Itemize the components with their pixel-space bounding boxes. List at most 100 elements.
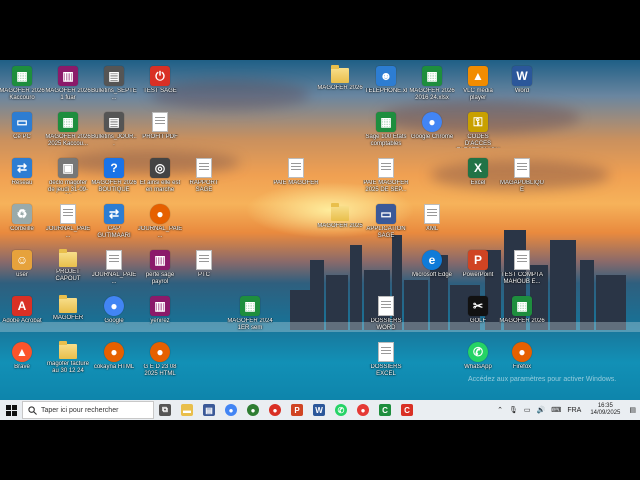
desktop-icon[interactable]: RAPPORT SAGE bbox=[181, 158, 227, 194]
desktop-icon[interactable]: P PowerPoint bbox=[455, 250, 501, 279]
desktop-icon[interactable]: ▦ Sage 100 Etats comptables bbox=[363, 112, 409, 148]
microphone-icon[interactable]: 🎙 bbox=[509, 406, 518, 414]
taskbar-calculator-button[interactable]: ▤ bbox=[198, 400, 220, 420]
taskbar-chrome-profile-2-button[interactable]: ● bbox=[264, 400, 286, 420]
desktop-icon[interactable]: TEST COMPTA MAHOUB E... bbox=[499, 250, 545, 286]
desktop-icon[interactable]: ✆ WhatsApp bbox=[455, 342, 501, 371]
vlc-icon: ▲ bbox=[468, 66, 488, 86]
desktop-icon-label: Bulletins_JOUR... bbox=[91, 134, 137, 147]
taskbar-chrome-profile-3-button[interactable]: ● bbox=[352, 400, 374, 420]
desktop-icon[interactable]: magofer facture au 30 12 24 bbox=[45, 341, 91, 375]
network-icon[interactable]: ▭ bbox=[524, 406, 531, 414]
activation-watermark: Accédez aux paramètres pour activer Wind… bbox=[468, 376, 617, 383]
desktop-icon[interactable]: ▤ Bulletins_JOUR... bbox=[91, 112, 137, 148]
desktop-icon-label: RAPPORT SAGE bbox=[189, 180, 219, 193]
document-icon bbox=[378, 296, 394, 316]
desktop-icon[interactable]: ▤ Bulletins_SEPTE... bbox=[91, 66, 137, 102]
document-icon bbox=[106, 250, 122, 270]
desktop-icon[interactable]: MAGAPUBLIQUE bbox=[499, 158, 545, 194]
people-icon: ☻ bbox=[376, 66, 396, 86]
desktop-icon[interactable]: X Excel bbox=[455, 158, 501, 187]
clock[interactable]: 16:35 14/09/2025 bbox=[590, 403, 620, 417]
desktop-icon[interactable]: ▦ MAGOFER 2026 2025 Kaccou... bbox=[45, 112, 91, 148]
desktop-icon[interactable]: ☻ TELEPHONE.xl bbox=[363, 66, 409, 95]
desktop-icon-label: TELEPHONE.xl bbox=[364, 88, 408, 94]
desktop-icon[interactable]: e Microsoft Edge bbox=[409, 250, 455, 279]
desktop-icon[interactable]: JOURNAL_PAIE... bbox=[91, 250, 137, 286]
desktop-icon[interactable]: ⚿ CODES D'ACCES ELECTRONIQUE bbox=[455, 112, 501, 148]
start-button[interactable] bbox=[0, 400, 22, 420]
chevron-up-icon[interactable]: ⌃ bbox=[497, 406, 503, 414]
desktop-icon[interactable]: MAGOFER 2025 bbox=[317, 203, 363, 230]
desktop-icon[interactable]: ? MAGOFER 2026 BOUTIQUE bbox=[91, 158, 137, 194]
desktop-icon[interactable]: ▭ Ce PC bbox=[0, 112, 45, 141]
rar-icon: ▥ bbox=[58, 66, 78, 86]
desktop-icon[interactable]: ▲ VLC media player bbox=[455, 66, 501, 102]
taskbar-sage-red-button[interactable]: C bbox=[396, 400, 418, 420]
notification-icon[interactable]: ▤ bbox=[629, 406, 636, 414]
desktop-icon-label: user bbox=[16, 272, 28, 278]
desktop-icon[interactable]: XML bbox=[409, 204, 455, 233]
desktop-icon-label: magofer facture au 30 12 24 bbox=[46, 361, 90, 374]
desktop-icon[interactable]: ⇄ Réseau bbox=[0, 158, 45, 187]
desktop-icon[interactable]: ● Google bbox=[91, 296, 137, 325]
desktop-icon[interactable]: ☺ user bbox=[0, 250, 45, 279]
desktop-icon[interactable]: ▥ MAGOFER 2026 1 fuar bbox=[45, 66, 91, 102]
taskbar-task-view-button[interactable]: ⧉ bbox=[154, 400, 176, 420]
desktop-icon[interactable]: PAIE MAGOFER bbox=[273, 158, 319, 187]
desktop-icon-label: yenirez bbox=[150, 318, 170, 324]
desktop-icon[interactable]: ● JOURNAL_PAIE... bbox=[137, 204, 183, 240]
desktop-icon[interactable]: ● G E D 23 08 2025 HTML bbox=[137, 342, 183, 378]
desktop-icon[interactable]: A Adobe Acrobat bbox=[0, 296, 45, 325]
desktop-icon[interactable]: PAIE MAGOFER 2025 DE SEP... bbox=[363, 158, 409, 194]
powerpoint-icon: P bbox=[291, 404, 303, 416]
document-icon bbox=[196, 250, 212, 270]
desktop-icon[interactable]: ● Firefox bbox=[499, 342, 545, 371]
search-box[interactable]: Taper ici pour rechercher bbox=[22, 401, 154, 419]
desktop-icon-label: DOSSIERS EXCEL bbox=[370, 364, 402, 377]
desktop-icon[interactable]: ▲ Brave bbox=[0, 342, 45, 371]
desktop-icon-label: PROFIT PDF bbox=[142, 134, 178, 140]
desktop-icon[interactable]: ● cokayna HTML bbox=[91, 342, 137, 371]
desktop-icon[interactable]: PTC bbox=[181, 250, 227, 279]
desktop-icon[interactable]: ▣ déclo magofer de jeudi 31-09-26 bbox=[45, 158, 91, 194]
windows-icon bbox=[5, 404, 17, 416]
desktop-icon[interactable]: ▦ MAGOFER 2026 bbox=[499, 296, 545, 325]
desktop-icon[interactable]: ◎ Et ainsi elle est en marche bbox=[137, 158, 183, 194]
capcut-icon: ✂ bbox=[468, 296, 488, 316]
desktop-icon[interactable]: JOURNAL_PAIE... bbox=[45, 204, 91, 240]
desktop-icon[interactable]: DOSSIERS WORD bbox=[363, 296, 409, 332]
language-indicator[interactable]: FRA bbox=[567, 407, 581, 414]
taskbar-word-button[interactable]: W bbox=[308, 400, 330, 420]
desktop-icon[interactable]: MAGOFER bbox=[45, 295, 91, 322]
taskbar-chrome-button[interactable]: ● bbox=[220, 400, 242, 420]
taskbar-whatsapp-button[interactable]: ✆ bbox=[330, 400, 352, 420]
desktop-icon[interactable]: MAGOFER 2026 bbox=[317, 65, 363, 92]
desktop-icon[interactable]: PROJET CAPOUT bbox=[45, 249, 91, 283]
sheet-icon: ▦ bbox=[512, 296, 532, 316]
desktop-icon[interactable]: ⏻ TEST SAGE bbox=[137, 66, 183, 95]
desktop-icon-label: XML bbox=[425, 226, 439, 232]
taskbar-sage-green-button[interactable]: C bbox=[374, 400, 396, 420]
taskbar-explorer-button[interactable]: ▬ bbox=[176, 400, 198, 420]
firefox-icon: ● bbox=[512, 342, 532, 362]
desktop-icon[interactable]: PROFIT PDF bbox=[137, 112, 183, 141]
keyboard-icon[interactable]: ⌨ bbox=[551, 406, 561, 414]
desktop-icon[interactable]: ● Google Chrome bbox=[409, 112, 455, 141]
desktop-icon[interactable]: W Word bbox=[499, 66, 545, 95]
taskbar-powerpoint-button[interactable]: P bbox=[286, 400, 308, 420]
desktop-icon[interactable]: ▭ APPLICATION SAGE bbox=[363, 204, 409, 240]
desktop-icon[interactable]: ✂ GOLF bbox=[455, 296, 501, 325]
desktop-icon[interactable]: ▥ perte sage payrol bbox=[137, 250, 183, 286]
taskbar-chrome-profile-button[interactable]: ● bbox=[242, 400, 264, 420]
desktop-icon[interactable]: ⇄ CAP GUTIMAARI bbox=[91, 204, 137, 240]
volume-icon[interactable]: 🔊 bbox=[537, 406, 546, 414]
chrome-icon: ● bbox=[225, 404, 237, 416]
desktop-icon[interactable]: ▦ MAGOFER 2026 Kaccouro bbox=[0, 66, 45, 102]
net-icon: ⇄ bbox=[12, 158, 32, 178]
desktop-icon[interactable]: ▦ MAGOFER 2026 2016 24.xlsx bbox=[409, 66, 455, 102]
desktop-icon[interactable]: ♻ Corbeille bbox=[0, 204, 45, 233]
desktop-icon[interactable]: ▦ MAGOFER 2024 1ER sem bbox=[227, 296, 273, 332]
desktop-icon[interactable]: ▥ yenirez bbox=[137, 296, 183, 325]
desktop-icon[interactable]: DOSSIERS EXCEL bbox=[363, 342, 409, 378]
